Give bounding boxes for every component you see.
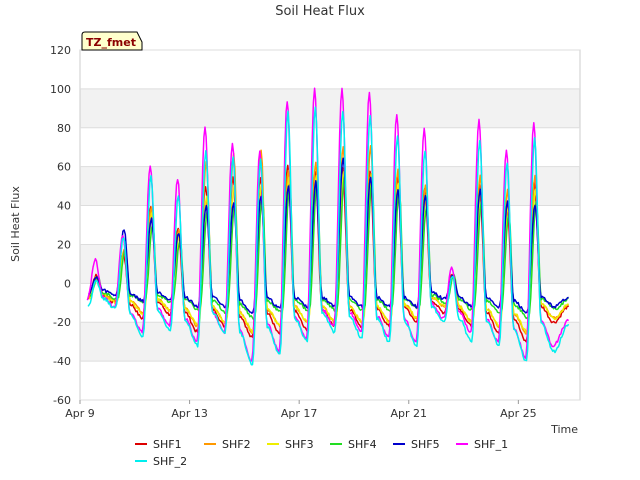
y-tick-label: 0 [64,277,71,290]
legend-label: SHF4 [348,438,377,451]
y-tick-label: 120 [50,44,71,57]
tz-fmet-badge: TZ_fmet [81,31,143,51]
y-tick-label: 40 [57,200,71,213]
y-tick-label: 60 [57,161,71,174]
grid-band [80,88,580,128]
x-tick-label: Apr 9 [65,407,95,420]
legend-item-shf5: SHF5 [393,438,440,451]
y-tick-label: 20 [57,238,71,251]
legend-label: SHF2 [222,438,251,451]
grid-band [80,50,580,89]
chart-title: Soil Heat Flux [275,4,365,19]
legend-item-shf3: SHF3 [267,438,314,451]
legend-label: SHF_2 [153,455,187,468]
legend-item-shf-2: SHF_2 [135,455,187,468]
y-tick-label: -40 [53,355,71,368]
x-tick-label: Apr 21 [391,407,428,420]
x-tick-label: Apr 13 [171,407,208,420]
legend-label: SHF5 [411,438,440,451]
legend: SHF1 SHF2 SHF3 SHF4 SHF5 SHF_1 SHF_2 [135,438,508,468]
y-axis-title: Soil Heat Flux [9,186,22,262]
legend-item-shf4: SHF4 [330,438,377,451]
x-tick-label: Apr 25 [500,407,537,420]
badge-label: TZ_fmet [86,36,136,49]
y-tick-label: -60 [53,394,71,407]
y-tick-label: -20 [53,316,71,329]
legend-label: SHF1 [153,438,182,451]
legend-item-shf-1: SHF_1 [456,438,508,451]
x-tick-label: Apr 17 [281,407,318,420]
legend-label: SHF_1 [474,438,508,451]
soil-heat-flux-chart: -60-40-20020406080100120 Apr 9 Apr 13 Apr … [9,4,581,468]
legend-item-shf2: SHF2 [204,438,251,451]
y-tick-label: 100 [50,83,71,96]
x-axis-ticks: Apr 9 Apr 13 Apr 17 Apr 21 Apr 25 [65,400,537,420]
y-tick-label: 80 [57,122,71,135]
x-axis-title: Time [550,423,578,436]
grid-band [80,322,580,362]
legend-label: SHF3 [285,438,314,451]
grid-band [80,361,580,400]
legend-item-shf1: SHF1 [135,438,182,451]
